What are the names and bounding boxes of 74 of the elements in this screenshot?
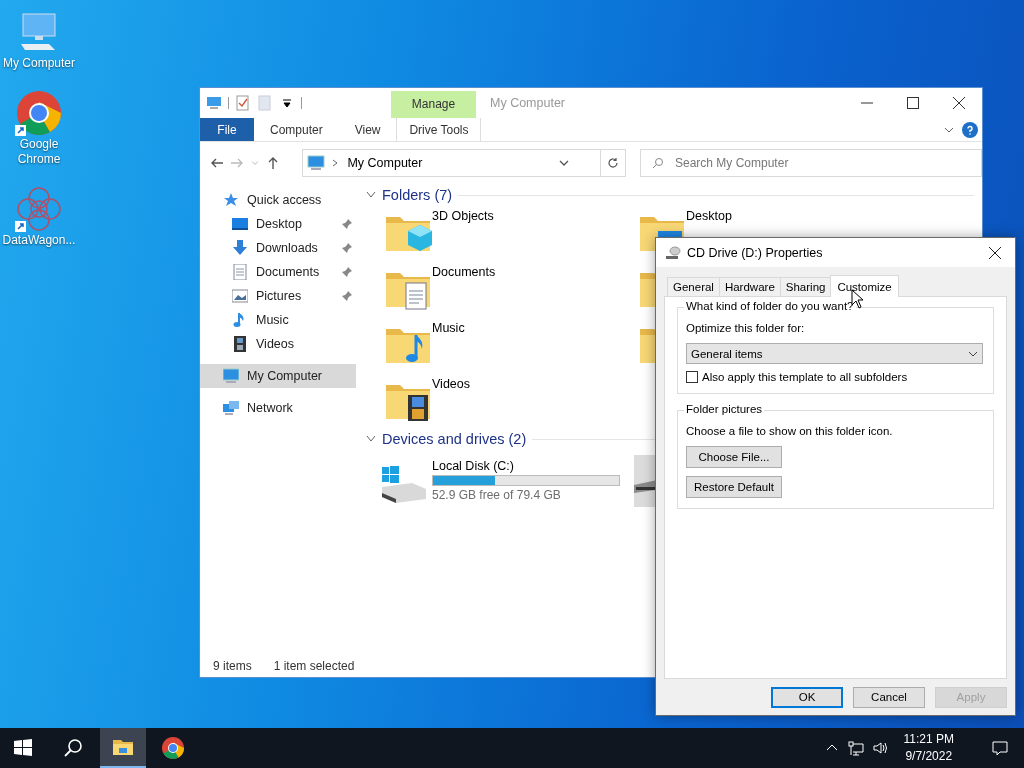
field-label: Optimize this folder for: (686, 322, 806, 334)
action-button[interactable]: Choose File... (686, 446, 782, 468)
folder-item[interactable]: Documents (384, 261, 638, 317)
status-text: 9 items (213, 659, 252, 673)
back-icon[interactable] (210, 156, 224, 170)
tab[interactable]: Sharing (779, 277, 832, 296)
folder-item[interactable]: Videos (384, 373, 638, 429)
checkbox-label[interactable]: Also apply this template to all subfolders (702, 371, 908, 383)
network-icon[interactable] (847, 740, 864, 756)
nav-item[interactable]: Quick access (200, 188, 356, 212)
section-title: Folders (7) (382, 187, 453, 203)
nav-item[interactable]: Documents (200, 260, 356, 284)
drive-icon (380, 465, 428, 505)
window-title: My Computer (489, 95, 567, 112)
up-icon[interactable] (266, 156, 280, 170)
close-icon (953, 97, 965, 109)
search-icon (652, 157, 664, 169)
ribbon-tab[interactable]: File (200, 118, 254, 141)
network-icon (223, 400, 239, 416)
help-icon[interactable] (962, 121, 978, 138)
ribbon-tab[interactable]: Computer (254, 118, 339, 141)
collapse-icon[interactable] (366, 191, 376, 199)
maximize-icon (907, 97, 919, 109)
computer-icon[interactable] (206, 95, 222, 111)
nav-item[interactable]: Videos (200, 332, 356, 356)
dialog-button[interactable]: OK (771, 686, 843, 708)
nav-item[interactable]: Network (200, 396, 356, 420)
drive-item[interactable]: Local Disk (C:) 52.9 GB free of 79.4 GB (380, 455, 624, 509)
drive-name: Local Disk (C:) (432, 459, 515, 473)
collapse-icon[interactable] (366, 435, 376, 443)
nav-item[interactable]: Pictures (200, 284, 356, 308)
group-title: Folder pictures (684, 403, 765, 415)
documents-icon (232, 264, 248, 280)
context-tab-group: Manage (391, 91, 476, 118)
nav-item[interactable]: Downloads (200, 236, 356, 260)
folder-item[interactable]: Music (384, 317, 638, 373)
pictures-icon (232, 288, 248, 304)
folder-item[interactable]: 3D Objects (384, 205, 638, 261)
star-icon (223, 192, 239, 208)
nav-item[interactable]: My Computer (200, 364, 356, 388)
tab[interactable]: Customize (830, 275, 899, 297)
nav-item[interactable]: Desktop (200, 212, 356, 236)
clock[interactable]: 11:21 PM 9/7/2022 (903, 731, 954, 765)
taskbar-button[interactable] (100, 728, 146, 768)
close-icon (989, 246, 1001, 259)
instruction-text: Choose a file to show on this folder icon. (686, 425, 894, 437)
tab[interactable]: General (667, 277, 720, 296)
checkbox[interactable] (686, 371, 698, 383)
nav-item[interactable]: Music (200, 308, 356, 332)
checklist-icon[interactable] (235, 95, 251, 111)
address-bar[interactable]: My Computer (302, 149, 601, 177)
app-icon[interactable] (15, 185, 63, 233)
free-space-text: 52.9 GB free of 79.4 GB (432, 488, 562, 502)
group-title: What kind of folder do you want? (684, 300, 856, 312)
chevron-down-icon (968, 349, 978, 358)
refresh-button[interactable] (600, 149, 626, 177)
videos-icon (232, 336, 248, 352)
refresh-icon (606, 157, 619, 169)
ribbon-tab[interactable]: Drive Tools (396, 118, 482, 141)
section-title: Devices and drives (2) (382, 431, 527, 447)
folder-type-dropdown[interactable]: General items (686, 343, 983, 364)
dialog-button[interactable]: Cancel (853, 686, 925, 708)
desktop-icon (232, 216, 248, 232)
action-button[interactable]: Restore Default (686, 476, 782, 498)
downloads-icon (232, 240, 248, 256)
status-text: 1 item selected (273, 659, 355, 673)
drive-icon (665, 245, 681, 260)
search-field[interactable]: Search My Computer (640, 149, 982, 177)
volume-icon[interactable] (871, 740, 888, 756)
ribbon-tab[interactable]: View (338, 118, 397, 141)
computer-icon (223, 368, 239, 384)
dialog-title: CD Drive (D:) Properties (687, 245, 824, 260)
browser-icon (161, 736, 185, 760)
browser-icon[interactable] (15, 89, 63, 137)
